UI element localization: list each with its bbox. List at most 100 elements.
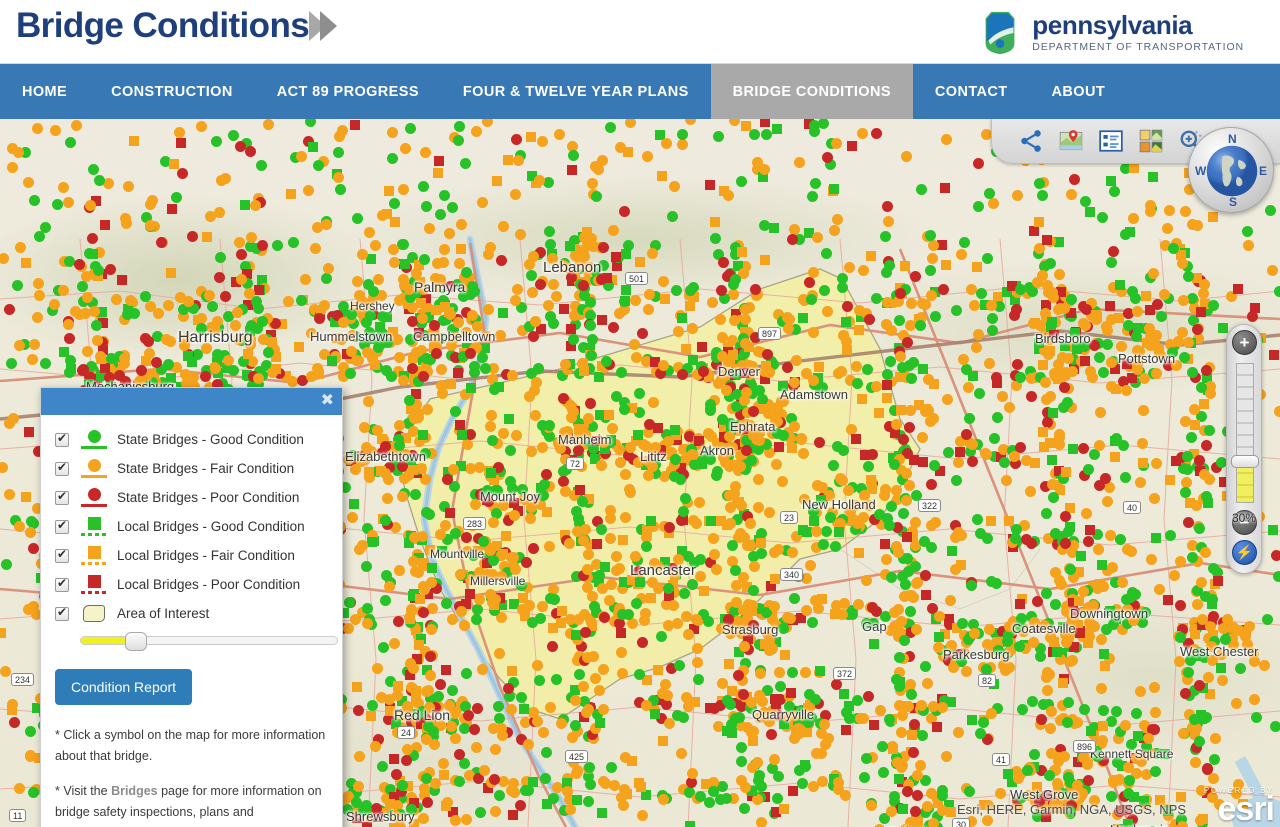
- bridge-symbol[interactable]: [1029, 458, 1040, 469]
- bridge-symbol[interactable]: [408, 412, 420, 424]
- bridge-symbol[interactable]: [805, 559, 817, 571]
- bridge-symbol[interactable]: [1095, 683, 1107, 695]
- bridge-symbol[interactable]: [354, 289, 366, 301]
- bridge-symbol[interactable]: [450, 406, 462, 418]
- bridge-symbol[interactable]: [206, 301, 218, 313]
- bridge-symbol[interactable]: [940, 259, 951, 270]
- bridge-symbol[interactable]: [1003, 662, 1015, 674]
- bridge-symbol[interactable]: [807, 375, 819, 387]
- bridge-symbol[interactable]: [940, 134, 952, 146]
- bridge-symbol[interactable]: [534, 675, 546, 687]
- bridge-symbol[interactable]: [650, 441, 662, 453]
- bridge-symbol[interactable]: [975, 287, 987, 299]
- bridge-symbol[interactable]: [698, 586, 709, 597]
- bridge-symbol[interactable]: [110, 293, 122, 305]
- bridge-symbol[interactable]: [657, 170, 668, 181]
- bridge-symbol[interactable]: [351, 212, 363, 224]
- bridge-symbol[interactable]: [536, 136, 548, 148]
- bridge-symbol[interactable]: [586, 590, 598, 602]
- bridge-symbol[interactable]: [1107, 246, 1119, 258]
- bridge-symbol[interactable]: [896, 726, 908, 738]
- bridge-symbol[interactable]: [344, 596, 356, 608]
- bridge-symbol[interactable]: [687, 322, 699, 334]
- bridge-symbol[interactable]: [1174, 632, 1186, 644]
- bridge-symbol[interactable]: [420, 353, 432, 365]
- bridge-symbol[interactable]: [677, 138, 689, 150]
- bridge-symbol[interactable]: [287, 237, 299, 249]
- bridge-symbol[interactable]: [424, 650, 436, 662]
- bridge-symbol[interactable]: [615, 647, 627, 659]
- bridge-symbol[interactable]: [1110, 613, 1121, 624]
- bridge-symbol[interactable]: [516, 483, 528, 495]
- bridge-symbol[interactable]: [950, 532, 961, 544]
- bridge-symbol[interactable]: [479, 764, 490, 776]
- bridge-symbol[interactable]: [787, 666, 799, 678]
- bridge-symbol[interactable]: [1081, 507, 1093, 519]
- bridge-symbol[interactable]: [6, 162, 18, 174]
- bridge-symbol[interactable]: [637, 439, 649, 451]
- bridge-symbol[interactable]: [435, 364, 447, 376]
- bridge-symbol[interactable]: [526, 269, 538, 281]
- bridge-symbol[interactable]: [1105, 381, 1117, 393]
- bridge-symbol[interactable]: [670, 284, 682, 296]
- bridge-symbol[interactable]: [844, 262, 856, 274]
- bridge-symbol[interactable]: [421, 404, 433, 416]
- bridge-symbol[interactable]: [1060, 466, 1071, 477]
- bridge-symbol[interactable]: [59, 346, 70, 357]
- bridge-symbol[interactable]: [1049, 566, 1061, 578]
- bridge-symbol[interactable]: [1082, 602, 1094, 614]
- bridge-symbol[interactable]: [840, 724, 851, 735]
- bridge-symbol[interactable]: [591, 539, 602, 550]
- bridge-symbol[interactable]: [441, 597, 453, 609]
- bridge-symbol[interactable]: [670, 570, 681, 581]
- bridge-symbol[interactable]: [817, 775, 829, 787]
- bridge-symbol[interactable]: [1178, 295, 1190, 307]
- bridge-symbol[interactable]: [33, 231, 45, 243]
- bridge-symbol[interactable]: [1164, 474, 1175, 485]
- bridge-symbol[interactable]: [720, 456, 732, 468]
- bridge-symbol[interactable]: [163, 299, 175, 311]
- bridge-symbol[interactable]: [643, 418, 655, 430]
- bridge-symbol[interactable]: [1174, 655, 1186, 667]
- bridge-symbol[interactable]: [1054, 439, 1066, 451]
- bridge-symbol[interactable]: [441, 473, 453, 485]
- bridge-symbol[interactable]: [642, 150, 654, 162]
- bridge-symbol[interactable]: [685, 119, 697, 126]
- bridge-symbol[interactable]: [434, 678, 446, 690]
- bridge-symbol[interactable]: [1015, 598, 1026, 609]
- bridge-symbol[interactable]: [745, 517, 757, 529]
- bridge-symbol[interactable]: [582, 236, 594, 248]
- bridge-symbol[interactable]: [1046, 479, 1058, 491]
- share-icon[interactable]: [1018, 128, 1044, 154]
- bridge-symbol[interactable]: [1106, 791, 1118, 803]
- bridge-symbol[interactable]: [961, 666, 973, 678]
- bridge-symbol[interactable]: [596, 583, 608, 594]
- bridge-symbol[interactable]: [1108, 185, 1120, 197]
- bridge-symbol[interactable]: [461, 814, 473, 826]
- bridge-symbol[interactable]: [984, 358, 996, 370]
- bridge-symbol[interactable]: [12, 279, 24, 291]
- bridge-symbol[interactable]: [496, 571, 508, 583]
- bridge-symbol[interactable]: [1065, 293, 1077, 305]
- bridge-symbol[interactable]: [1261, 614, 1273, 626]
- bridge-symbol[interactable]: [1082, 464, 1094, 476]
- bridge-symbol[interactable]: [1151, 299, 1163, 311]
- bridge-symbol[interactable]: [439, 769, 450, 780]
- bridge-symbol[interactable]: [424, 222, 436, 234]
- bridge-symbol[interactable]: [1040, 672, 1052, 684]
- bridge-symbol[interactable]: [28, 195, 40, 207]
- bridge-symbol[interactable]: [910, 561, 922, 573]
- bridge-symbol[interactable]: [366, 254, 377, 265]
- bridge-symbol[interactable]: [911, 789, 923, 801]
- bridge-symbol[interactable]: [373, 273, 385, 285]
- bridge-symbol[interactable]: [544, 239, 556, 251]
- bridge-symbol[interactable]: [1148, 493, 1160, 505]
- bridge-symbol[interactable]: [884, 355, 896, 367]
- bridge-symbol[interactable]: [911, 624, 923, 636]
- bridge-symbol[interactable]: [754, 668, 766, 680]
- bridge-symbol[interactable]: [466, 309, 478, 321]
- bridge-symbol[interactable]: [726, 540, 738, 552]
- bridge-symbol[interactable]: [1154, 583, 1166, 595]
- bridge-symbol[interactable]: [510, 134, 522, 146]
- bridge-symbol[interactable]: [733, 497, 744, 508]
